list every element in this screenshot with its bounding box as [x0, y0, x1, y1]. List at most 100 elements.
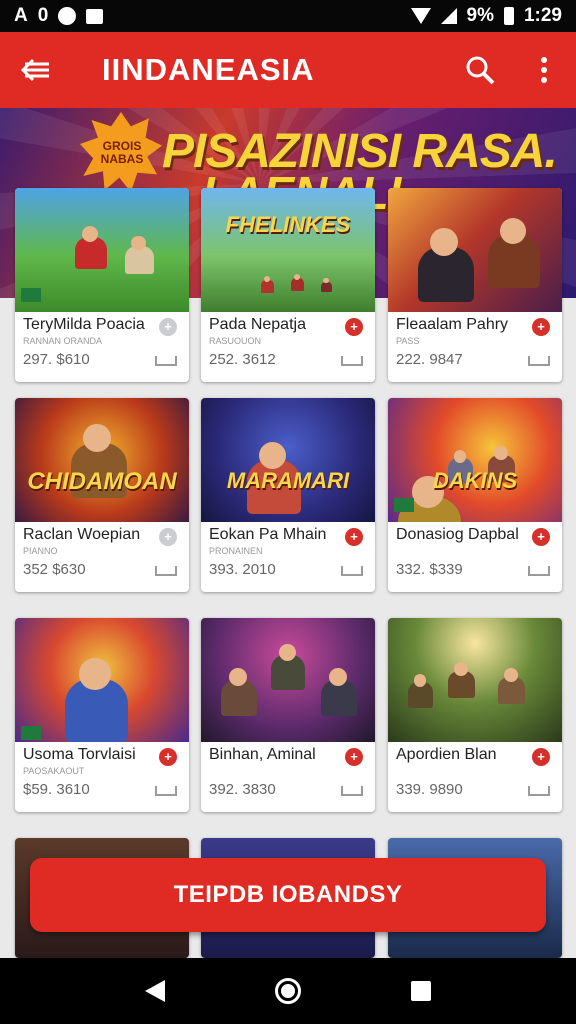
download-icon[interactable] — [341, 566, 363, 576]
add-icon[interactable]: + — [159, 528, 177, 546]
game-developer: PRONAINEN — [209, 546, 263, 556]
game-developer: PAOSAKAOUT — [23, 766, 85, 776]
download-icon[interactable] — [528, 566, 550, 576]
character-figure — [321, 281, 332, 293]
character-head — [494, 446, 508, 460]
game-developer: PIANNO — [23, 546, 58, 556]
download-icon[interactable] — [528, 356, 550, 366]
game-card[interactable]: Apordien Blan 339. 9890 + — [388, 618, 562, 812]
game-card[interactable]: TeryMilda Poacia RANNAN ORANDA 297. $610 + — [15, 188, 189, 382]
cta-button[interactable]: TEIPDB IOBANDSY — [30, 858, 546, 932]
game-thumbnail — [388, 618, 562, 742]
character-head — [504, 668, 518, 682]
add-icon[interactable]: + — [345, 318, 363, 336]
nav-home-icon[interactable] — [275, 978, 301, 1004]
more-vert-icon — [541, 57, 547, 83]
character-head — [499, 218, 526, 245]
nav-back-icon[interactable] — [145, 980, 165, 1002]
status-time: 1:29 — [523, 5, 562, 26]
character-head — [413, 674, 427, 687]
game-card[interactable]: Fleaalam Pahry PASS 222. 9847 + — [388, 188, 562, 382]
game-card[interactable]: MARAMARI Eokan Pa Mhain PRONAINEN 393. 2010… — [201, 398, 375, 592]
battery-percent: 9% — [466, 5, 494, 26]
game-title: Fleaalam Pahry — [396, 316, 509, 333]
game-developer: PASS — [396, 336, 420, 346]
nav-recents-icon[interactable] — [411, 981, 431, 1001]
game-price: 339. 9890 — [396, 781, 463, 798]
character-figure — [261, 280, 274, 293]
add-icon[interactable]: + — [532, 318, 550, 336]
status-left: A 0 — [14, 5, 104, 27]
status-letter: A — [14, 5, 28, 26]
add-icon[interactable]: + — [532, 528, 550, 546]
game-developer: RASUOUON — [209, 336, 262, 346]
character-head — [259, 442, 286, 469]
game-card[interactable]: CHIDAMOAN Raclan Woepian PIANNO 352 $630 + — [15, 398, 189, 592]
system-nav-bar — [0, 958, 576, 1024]
rating-badge-icon — [394, 498, 414, 512]
add-icon[interactable]: + — [345, 748, 363, 766]
game-title: Apordien Blan — [396, 746, 497, 763]
thumbnail-caption: CHIDAMOAN — [27, 468, 177, 495]
status-right: 9% 1:29 — [410, 5, 562, 27]
add-icon[interactable]: + — [532, 748, 550, 766]
game-thumbnail: FHELINKES — [201, 188, 375, 312]
add-icon[interactable]: + — [345, 528, 363, 546]
download-icon[interactable] — [155, 566, 177, 576]
add-icon[interactable]: + — [159, 318, 177, 336]
page-title: IINDANEASIA — [102, 52, 315, 87]
thumbnail-caption: FHELINKES — [225, 212, 351, 237]
search-icon — [466, 56, 495, 85]
game-title: Eokan Pa Mhain — [209, 526, 327, 543]
download-icon[interactable] — [341, 356, 363, 366]
overflow-menu-button[interactable] — [512, 32, 576, 108]
notification-icon — [58, 7, 77, 25]
game-card[interactable]: FHELINKES Pada Nepatja RASUOUON 252. 3612 + — [201, 188, 375, 382]
status-digit: 0 — [37, 5, 49, 26]
character-figure — [291, 278, 304, 291]
character-head — [131, 236, 146, 251]
game-title: Raclan Woepian — [23, 526, 141, 543]
add-icon[interactable]: + — [159, 748, 177, 766]
download-icon[interactable] — [155, 356, 177, 366]
back-button[interactable] — [0, 32, 72, 108]
character-head — [430, 228, 459, 256]
game-card[interactable]: DAKINS Donasiog Dapbal 332. $339 + — [388, 398, 562, 592]
download-icon[interactable] — [528, 786, 550, 796]
game-thumbnail: DAKINS — [388, 398, 562, 522]
thumbnail-caption: MARAMARI — [226, 468, 350, 493]
game-thumbnail — [388, 188, 562, 312]
game-price: 252. 3612 — [209, 351, 276, 368]
game-price: $59. 3610 — [23, 781, 90, 798]
game-price: 222. 9847 — [396, 351, 463, 368]
rating-badge-icon — [21, 288, 41, 302]
character-head — [454, 662, 468, 676]
game-title: Pada Nepatja — [209, 316, 306, 333]
thumbnail-caption: DAKINS — [432, 468, 518, 493]
character-head — [329, 668, 347, 686]
game-title: Usoma Torvlaisi — [23, 746, 136, 763]
character-head — [278, 644, 296, 662]
character-head — [229, 668, 247, 686]
search-button[interactable] — [448, 32, 512, 108]
rating-badge-icon — [21, 726, 41, 740]
game-price: 352 $630 — [23, 561, 86, 578]
message-icon — [86, 8, 104, 24]
download-icon[interactable] — [155, 786, 177, 796]
game-thumbnail — [15, 618, 189, 742]
signal-icon — [440, 8, 457, 24]
game-thumbnail: MARAMARI — [201, 398, 375, 522]
game-title: TeryMilda Poacia — [23, 316, 145, 333]
starburst-text: GROIS NABAS — [100, 139, 144, 166]
game-price: 393. 2010 — [209, 561, 276, 578]
game-price: 392. 3830 — [209, 781, 276, 798]
character-head — [79, 658, 111, 690]
game-card[interactable]: Usoma Torvlaisi PAOSAKAOUT $59. 3610 + — [15, 618, 189, 812]
game-title: Donasiog Dapbal — [396, 526, 519, 543]
game-price: 332. $339 — [396, 561, 463, 578]
game-thumbnail — [15, 188, 189, 312]
character-head — [83, 424, 112, 452]
character-head — [453, 450, 467, 463]
download-icon[interactable] — [341, 786, 363, 796]
game-card[interactable]: Binhan, Aminal 392. 3830 + — [201, 618, 375, 812]
